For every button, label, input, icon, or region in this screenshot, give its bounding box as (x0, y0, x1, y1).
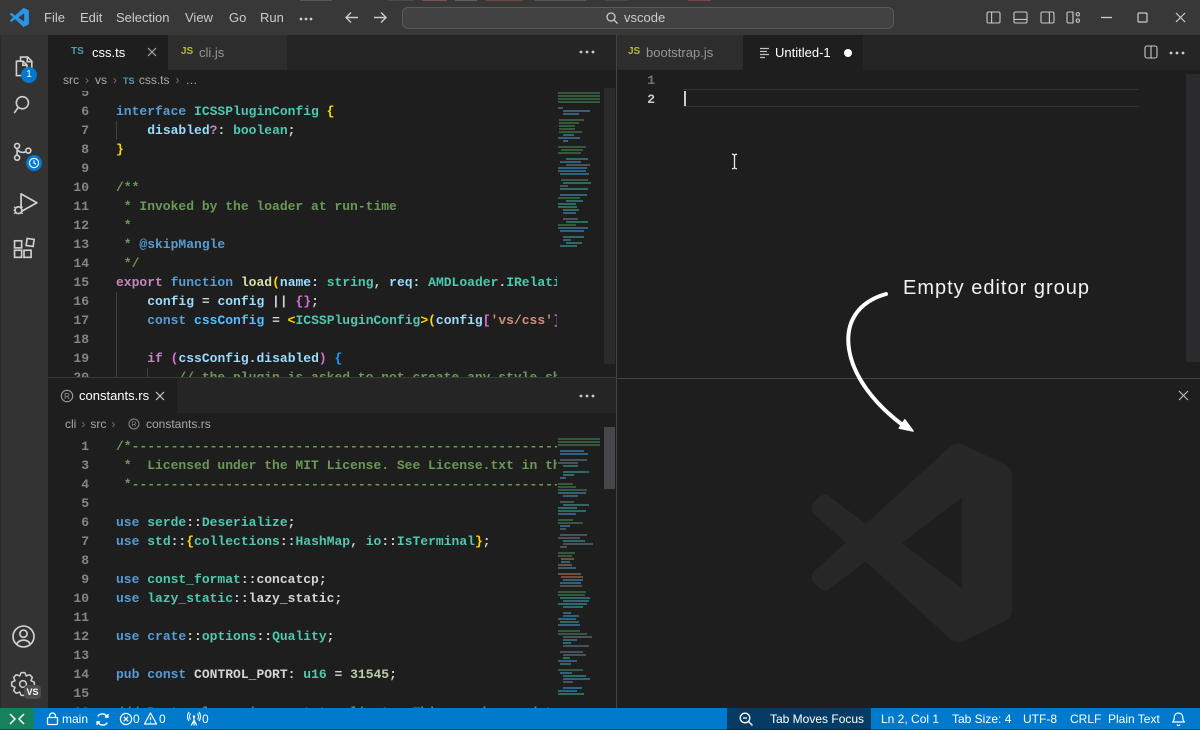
svg-text:R: R (64, 392, 70, 401)
svg-text:R: R (131, 422, 136, 429)
